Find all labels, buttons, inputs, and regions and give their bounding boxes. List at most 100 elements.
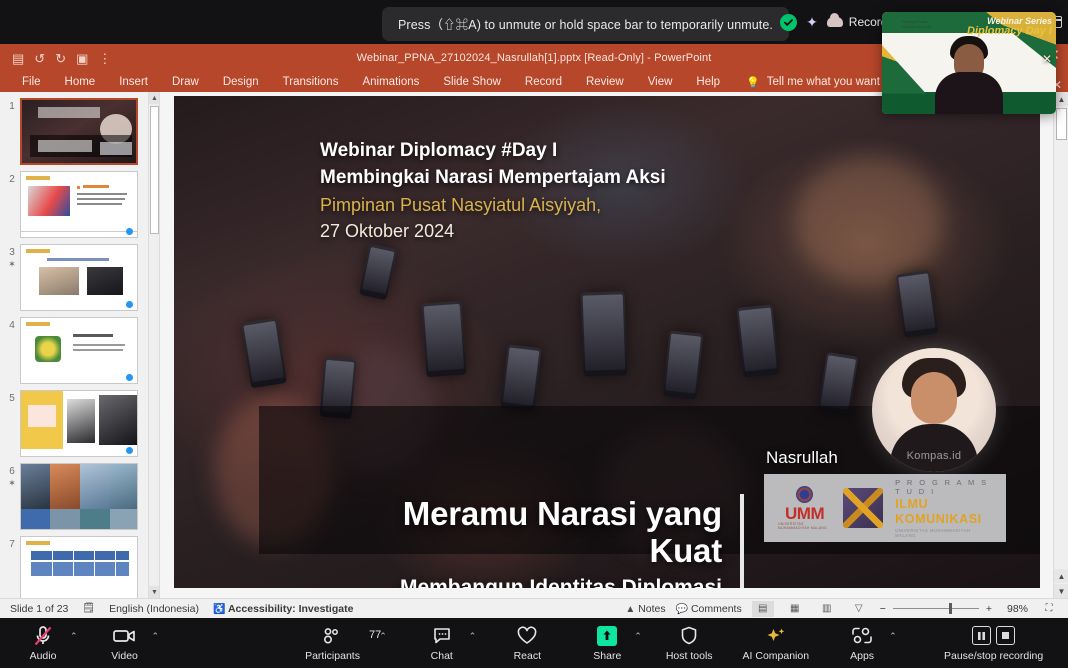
chat-button[interactable]: Chat <box>413 625 471 662</box>
powerpoint-window: ▤ ↺ ↻ ▣ ⋮ Webinar_PPNA_27102024_Nasrulla… <box>0 44 1068 618</box>
normal-view-icon[interactable]: ▤ <box>752 601 774 617</box>
avatar-watermark: Kompas.id <box>872 450 996 462</box>
video-control[interactable]: Video ⌃ <box>96 625 160 662</box>
chat-bubble-icon <box>432 625 452 647</box>
pause-recording-icon[interactable] <box>972 626 991 645</box>
scrollbar-thumb[interactable] <box>150 106 159 234</box>
zoom-out-button[interactable]: − <box>880 603 886 615</box>
accessibility-status[interactable]: ♿ Accessibility: Investigate <box>213 603 353 615</box>
participants-control[interactable]: Participants 77 ⌃ <box>299 625 387 662</box>
zoom-level-label[interactable]: 98% <box>1002 603 1028 615</box>
thumbnail-preview-4[interactable] <box>20 317 138 384</box>
avatar-face <box>911 372 957 424</box>
self-view-close-icon[interactable]: ✕ <box>1042 52 1052 66</box>
thumbnail-scrollbar[interactable]: ▲ ▼ <box>148 92 159 598</box>
thumbnail-item-2[interactable]: 2 <box>0 165 159 238</box>
participants-chevron-up-icon[interactable]: ⌃ <box>379 631 387 642</box>
current-slide[interactable]: Webinar Diplomacy #Day I Membingkai Nara… <box>174 96 1040 588</box>
apps-button[interactable]: Apps <box>833 625 891 662</box>
slide-header-line3: Pimpinan Pusat Nasyiatul Aisyiyah, <box>320 192 666 218</box>
heart-react-icon <box>516 625 538 647</box>
ribbon-tab-home[interactable]: Home <box>53 76 108 88</box>
thumbnail-preview-2[interactable] <box>20 171 138 238</box>
thumbnail-preview-1[interactable] <box>20 98 138 165</box>
ribbon-tab-view[interactable]: View <box>636 76 685 88</box>
reading-view-icon[interactable]: ▥ <box>816 601 838 617</box>
ribbon-tab-animations[interactable]: Animations <box>350 76 431 88</box>
next-slide-icon[interactable]: ▼ <box>1054 584 1068 598</box>
thumbnail-preview-6[interactable] <box>20 463 138 530</box>
zoom-slider-track[interactable] <box>893 608 979 609</box>
apps-control[interactable]: Apps ⌃ <box>833 625 897 662</box>
audio-control[interactable]: Audio ⌃ <box>14 625 78 662</box>
chat-control[interactable]: Chat ⌃ <box>413 625 477 662</box>
fit-to-window-icon[interactable]: ⛶ <box>1038 601 1060 617</box>
shield-check-icon[interactable] <box>780 14 797 31</box>
more-icon[interactable]: ⋮ <box>98 52 111 65</box>
thumbnail-item-6[interactable]: 6 ✶ <box>0 457 159 530</box>
ribbon-tab-help[interactable]: Help <box>684 76 732 88</box>
prodi-line1: P R O G R A M S T U D I <box>895 478 992 497</box>
thumbnail-item-4[interactable]: 4 <box>0 311 159 384</box>
language-indicator[interactable]: English (Indonesia) <box>109 603 199 615</box>
undo-icon[interactable]: ↺ <box>34 52 45 65</box>
slide-scrollbar[interactable]: ▲ ▲ ▼ <box>1053 92 1068 598</box>
ribbon-tab-review[interactable]: Review <box>574 76 636 88</box>
share-button[interactable]: Share <box>578 625 636 662</box>
slide-sorter-icon[interactable]: ▦ <box>784 601 806 617</box>
present-icon[interactable]: ▣ <box>76 52 88 65</box>
thumbnail-item-5[interactable]: 5 <box>0 384 159 457</box>
ai-companion-button[interactable]: AI Companion <box>737 625 816 662</box>
thumbnail-item-1[interactable]: 1 <box>0 92 159 165</box>
thumbnail-preview-3[interactable] <box>20 244 138 311</box>
pause-stop-recording-button[interactable]: Pause/stop recording <box>919 625 1068 662</box>
thumbnail-item-3[interactable]: 3 ✶ <box>0 238 159 311</box>
zoom-slider-handle[interactable] <box>949 603 952 614</box>
recording-label: Pause/stop recording <box>944 650 1043 662</box>
ai-sparkle-icon[interactable]: ✦ <box>806 15 818 29</box>
ribbon-tab-design[interactable]: Design <box>211 76 271 88</box>
redo-icon[interactable]: ↻ <box>55 52 66 65</box>
host-tools-button[interactable]: Host tools <box>660 625 719 662</box>
ribbon-tab-slide-show[interactable]: Slide Show <box>431 76 513 88</box>
ribbon-tab-record[interactable]: Record <box>513 76 574 88</box>
ribbon-tab-file[interactable]: File <box>10 76 53 88</box>
react-control[interactable]: React <box>498 625 556 662</box>
ribbon-tab-transitions[interactable]: Transitions <box>271 76 351 88</box>
chat-label: Chat <box>431 650 453 662</box>
scroll-down-icon[interactable]: ▼ <box>149 586 160 598</box>
scroll-up-icon[interactable]: ▲ <box>149 92 160 104</box>
prodi-line2: ILMU KOMUNIKASI <box>895 497 992 528</box>
recording-control[interactable]: Pause/stop recording <box>919 625 1068 662</box>
thumbnail-preview-5[interactable] <box>20 390 138 457</box>
thumbnail-preview-7[interactable] <box>20 536 138 598</box>
zoom-slider[interactable]: − + <box>880 603 992 615</box>
self-view-video-tile[interactable]: Pimpinan Pusat Nasyiatul Aisyiyah Webina… <box>882 12 1056 114</box>
audio-button[interactable]: Audio <box>14 625 72 662</box>
cloud-recording-icon <box>827 17 843 27</box>
presenter-name: Nasrullah <box>766 448 838 468</box>
stop-recording-icon[interactable] <box>996 626 1015 645</box>
organization-logo-icon <box>888 18 899 31</box>
participants-button[interactable]: Participants <box>299 625 366 662</box>
previous-slide-icon[interactable]: ▲ <box>1054 569 1068 583</box>
ribbon-tab-draw[interactable]: Draw <box>160 76 211 88</box>
react-button[interactable]: React <box>498 625 556 662</box>
notes-page-icon[interactable]: 🗒 <box>82 603 95 614</box>
share-control[interactable]: Share ⌃ <box>578 625 642 662</box>
slideshow-view-icon[interactable]: ▽ <box>848 601 870 617</box>
ai-companion-control[interactable]: AI Companion <box>737 625 816 662</box>
webinar-series-banner: Webinar Series Diplomacy Day I <box>967 17 1052 38</box>
thumbnail-item-7[interactable]: 7 <box>0 530 159 598</box>
zoom-in-button[interactable]: + <box>986 603 992 615</box>
notes-button[interactable]: ▲ Notes <box>625 603 665 615</box>
save-icon[interactable]: ▤ <box>12 52 24 65</box>
video-camera-icon <box>113 625 137 647</box>
slide-thumbnail-pane[interactable]: 1 2 <box>0 92 160 598</box>
comments-button[interactable]: 💬 Comments <box>676 603 742 615</box>
slide-counter[interactable]: Slide 1 of 23 <box>10 603 68 615</box>
slide-header-line1: Webinar Diplomacy #Day I <box>320 138 666 165</box>
ribbon-tab-insert[interactable]: Insert <box>107 76 160 88</box>
video-button[interactable]: Video <box>96 625 154 662</box>
host-tools-control[interactable]: Host tools <box>660 625 719 662</box>
